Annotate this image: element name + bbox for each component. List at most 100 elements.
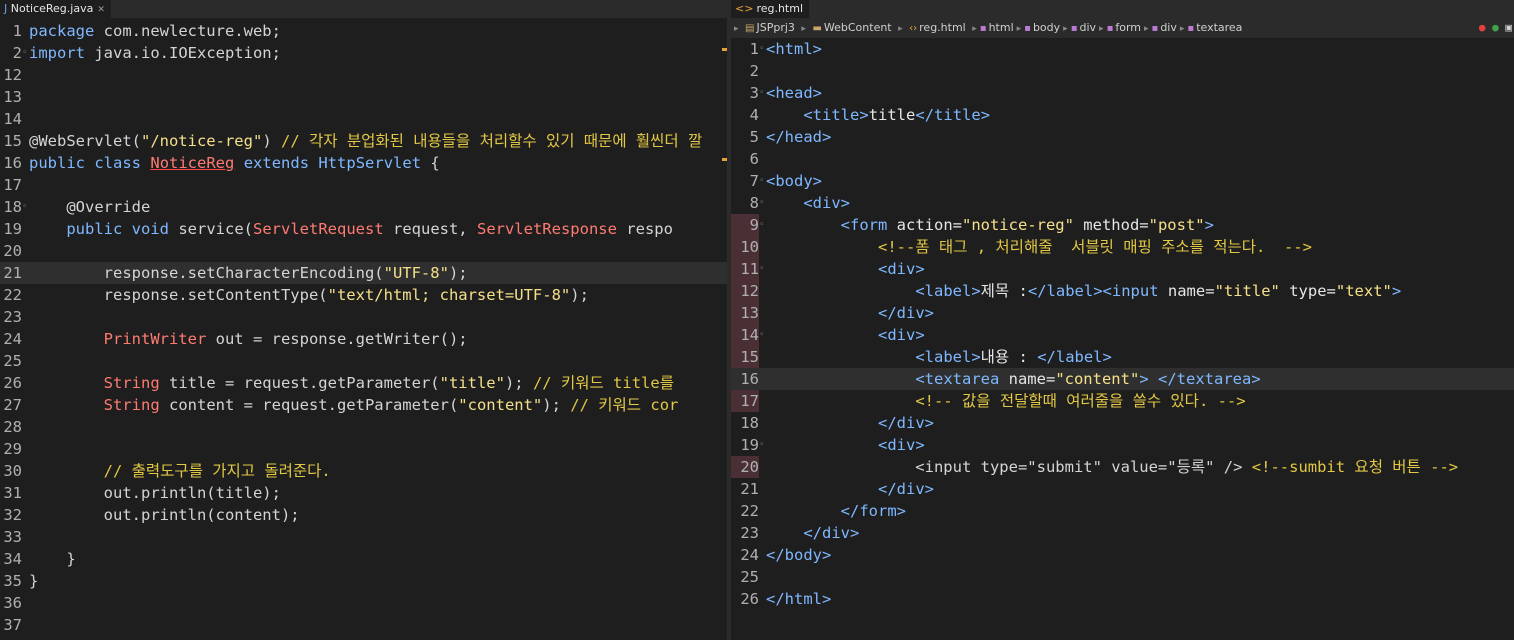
browser-icon[interactable]: ● [1492,21,1499,34]
code-line[interactable]: 26 </html> [731,588,1514,610]
code-line[interactable]: 4 <title>title</title> [731,104,1514,126]
breadcrumb-element-html[interactable]: html [989,18,1014,38]
code-line[interactable]: 26 String title = request.getParameter("… [0,372,727,394]
breadcrumb-element-form[interactable]: form [1115,18,1141,38]
code-line[interactable]: 30 // 출력도구를 가지고 돌려준다. [0,460,727,482]
code-line[interactable]: 23 </div> [731,522,1514,544]
code-line[interactable]: 37 [0,614,727,636]
code-line[interactable]: 5 </head> [731,126,1514,148]
html-file-icon: <> [735,2,754,15]
breadcrumb-element-textarea[interactable]: textarea [1196,18,1242,38]
code-line[interactable]: 1 package com.newlecture.web; [0,20,727,42]
code-line[interactable]: 17 [0,174,727,196]
code-text: String title = request.getParameter("tit… [103,374,674,392]
code-text: <label>제목 :</label><input name="title" t… [915,282,1402,300]
code-line[interactable]: 22 </form> [731,500,1514,522]
breadcrumb-folder[interactable]: WebContent [824,18,892,38]
html-editor-pane[interactable]: <> reg.html ▸ ▤ JSPprj3 ▸ ▬ WebContent ▸ ‹›… [731,0,1514,640]
tab-noticereg-java[interactable]: J NoticeReg.java ✕ [0,0,111,18]
code-line[interactable]: 18 </div> [731,412,1514,434]
code-line[interactable]: 20 [0,240,727,262]
code-line[interactable]: 36 [0,592,727,614]
line-number: 17 [731,390,759,412]
code-line[interactable]: 19◦ <div> [731,434,1514,456]
code-line[interactable]: 22 response.setContentType("text/html; c… [0,284,727,306]
line-number: 17 [3,176,22,194]
code-line[interactable]: 13 [0,86,727,108]
breadcrumb-element-body[interactable]: body [1033,18,1060,38]
code-line[interactable]: 24 PrintWriter out = response.getWriter(… [0,328,727,350]
fold-toggle-icon[interactable]: ◦ [759,324,766,346]
java-code-area[interactable]: 1 package com.newlecture.web; 2◦ import jav… [0,20,727,636]
code-text: </div> [877,304,934,322]
code-line[interactable]: 31 out.println(title); [0,482,727,504]
code-line[interactable]: 21 response.setCharacterEncoding("UTF-8"… [0,262,727,284]
html-code-area[interactable]: 1◦ <html> 2 3◦ <head> 4 <title>title</title> 5… [731,38,1514,610]
tab-reg-html[interactable]: <> reg.html [731,0,810,18]
code-line[interactable]: 34 } [0,548,727,570]
fold-toggle-icon[interactable]: ◦ [759,214,766,236]
line-number: 23 [740,524,759,542]
code-line[interactable]: 21 </div> [731,478,1514,500]
code-line[interactable]: 2◦ import java.io.IOException; [0,42,727,64]
code-line[interactable]: 28 [0,416,727,438]
code-line[interactable]: 11◦ <div> [731,258,1514,280]
code-line[interactable]: 12 [0,64,727,86]
code-line[interactable]: 19 public void service(ServletRequest re… [0,218,727,240]
breadcrumb-element-div[interactable]: div [1079,18,1096,38]
fold-toggle-icon[interactable]: ◦ [759,170,766,192]
code-line[interactable]: 9◦ <form action="notice-reg" method="pos… [731,214,1514,236]
code-line[interactable]: 24 </body> [731,544,1514,566]
java-editor-pane[interactable]: J NoticeReg.java ✕ 1 package com.newlectur… [0,0,727,640]
code-line[interactable]: 18◦ @Override [0,196,727,218]
code-line[interactable]: 15 <label>내용 : </label> [731,346,1514,368]
breadcrumb-project[interactable]: JSPprj3 [756,18,794,38]
code-text: public class NoticeReg extends HttpServl… [29,154,440,172]
line-number: 27 [3,396,22,414]
code-line[interactable]: 33 [0,526,727,548]
code-line[interactable]: 3◦ <head> [731,82,1514,104]
code-line[interactable]: 35} [0,570,727,592]
code-line[interactable]: 17 <!-- 값을 전달할때 여러줄을 쓸수 있다. --> [731,390,1514,412]
breadcrumb-element-div[interactable]: div [1160,18,1177,38]
code-line[interactable]: 7◦ <body> [731,170,1514,192]
fold-toggle-icon[interactable]: ◦ [22,42,29,64]
line-number: 19 [3,220,22,238]
code-line[interactable]: 8◦ <div> [731,192,1514,214]
code-line[interactable]: 15 @WebServlet("/notice-reg") // 각자 분업화된 … [0,130,727,152]
code-line[interactable]: 1◦ <html> [731,38,1514,60]
code-text: PrintWriter out = response.getWriter(); [103,330,468,348]
fold-toggle-icon[interactable]: ◦ [759,192,766,214]
breadcrumb-file[interactable]: reg.html [919,18,966,38]
fold-toggle-icon[interactable]: ◦ [22,196,29,218]
code-line[interactable]: 16 public class NoticeReg extends HttpSer… [0,152,727,174]
code-line[interactable]: 14◦ <div> [731,324,1514,346]
code-line[interactable]: 14 [0,108,727,130]
code-line[interactable]: 16 <textarea name="content"> </textarea> [731,368,1514,390]
code-line[interactable]: 10 <!--폼 태그 , 처리해줄 서블릿 매핑 주소를 적는다. --> [731,236,1514,258]
fold-toggle-icon[interactable]: ◦ [759,82,766,104]
code-line[interactable]: 13 </div> [731,302,1514,324]
code-line[interactable]: 6 [731,148,1514,170]
code-line[interactable]: 32 out.println(content); [0,504,727,526]
code-line[interactable]: 25 [731,566,1514,588]
line-number: 9 [731,214,759,236]
chevron-right-icon: ▸ [898,24,903,34]
code-line[interactable]: 23 [0,306,727,328]
line-number: 15 [3,132,22,150]
code-line[interactable]: 25 [0,350,727,372]
stop-icon[interactable]: ● [1479,21,1486,34]
code-line[interactable]: 20 <input type="submit" value="등록" /> <!… [731,456,1514,478]
fold-toggle-icon[interactable]: ◦ [759,38,766,60]
code-line[interactable]: 12 <label>제목 :</label><input name="title… [731,280,1514,302]
close-icon[interactable]: ✕ [97,5,105,15]
fold-toggle-icon[interactable]: ◦ [759,258,766,280]
fold-toggle-icon[interactable]: ◦ [759,434,766,456]
code-line[interactable]: 29 [0,438,727,460]
code-line[interactable]: 2 [731,60,1514,82]
line-number: 24 [740,546,759,564]
line-number: 1 [12,22,22,40]
code-text: <title>title</title> [803,106,991,124]
code-line[interactable]: 27 String content = request.getParameter… [0,394,727,416]
terminal-icon[interactable]: ▣ [1505,21,1512,34]
